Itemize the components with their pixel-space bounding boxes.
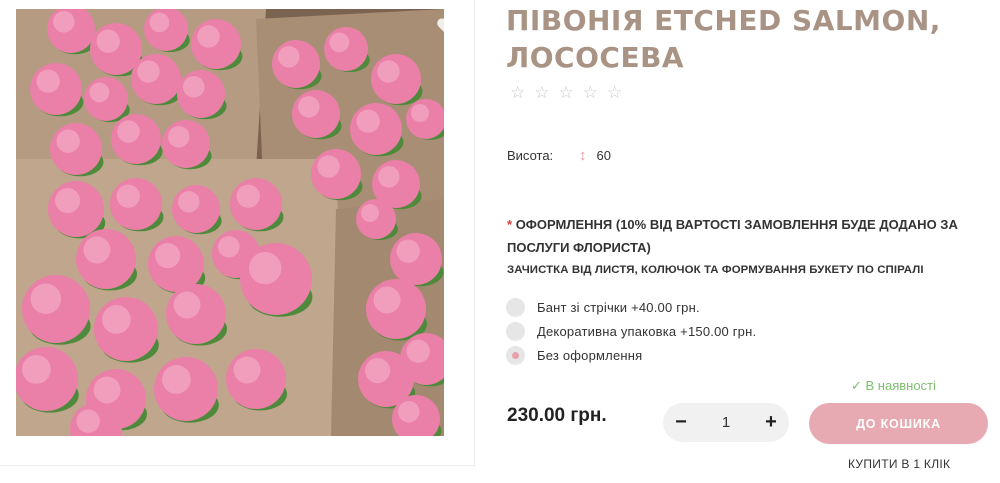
option-decorative-wrap[interactable]: Декоративна упаковка +150.00 грн. — [506, 319, 756, 343]
peony-bouquets-image — [16, 9, 444, 436]
height-label: Висота: — [507, 148, 554, 163]
design-heading: * ОФОРМЛЕННЯ (10% ВІД ВАРТОСТІ ЗАМОВЛЕНН… — [507, 213, 977, 259]
design-subheading: ЗАЧИСТКА ВІД ЛИСТЯ, КОЛЮЧОК ТА ФОРМУВАНН… — [507, 264, 924, 276]
buy-one-click-link[interactable]: КУПИТИ В 1 КЛІК — [848, 457, 950, 471]
option-ribbon-bow[interactable]: Бант зі стрічки +40.00 грн. — [506, 295, 756, 319]
quantity-input[interactable] — [699, 414, 753, 431]
star-icon[interactable]: ☆ — [559, 84, 574, 102]
design-heading-text: ОФОРМЛЕННЯ (10% ВІД ВАРТОСТІ ЗАМОВЛЕННЯ … — [507, 217, 958, 255]
add-to-cart-button[interactable]: ДО КОШИКА — [809, 403, 988, 444]
star-icon[interactable]: ☆ — [607, 84, 622, 102]
height-attribute: Висота: ↕ 60 — [507, 147, 611, 164]
star-icon[interactable]: ☆ — [510, 84, 525, 102]
product-gallery — [0, 0, 475, 466]
option-no-design[interactable]: Без оформлення — [506, 343, 756, 367]
star-icon[interactable]: ☆ — [534, 84, 549, 102]
option-label: Без оформлення — [537, 347, 643, 363]
option-label: Декоративна упаковка +150.00 грн. — [537, 323, 757, 339]
product-title: ПІВОНІЯ ETCHED SALMON, ЛОСОСЕВА — [506, 4, 941, 74]
quantity-stepper: − + — [663, 403, 789, 442]
stock-status: ✓ В наявності — [851, 378, 936, 393]
star-icon[interactable]: ☆ — [583, 84, 598, 102]
decrease-button[interactable]: − — [663, 403, 699, 442]
increase-button[interactable]: + — [753, 403, 789, 442]
wishlist-button[interactable] — [436, 16, 460, 38]
option-label: Бант зі стрічки +40.00 грн. — [537, 299, 700, 315]
required-mark: * — [507, 217, 513, 232]
rating-stars[interactable]: ☆ ☆ ☆ ☆ ☆ — [510, 84, 622, 102]
radio-button[interactable] — [506, 321, 525, 341]
design-options: Бант зі стрічки +40.00 грн. Декоративна … — [506, 295, 756, 367]
radio-button-selected[interactable] — [506, 345, 525, 365]
product-price: 230.00 грн. — [507, 405, 607, 426]
vertical-arrows-icon: ↕ — [579, 147, 587, 164]
radio-button[interactable] — [506, 297, 525, 317]
height-value: 60 — [596, 148, 611, 163]
heart-icon — [437, 18, 459, 36]
product-photo[interactable] — [16, 9, 444, 436]
